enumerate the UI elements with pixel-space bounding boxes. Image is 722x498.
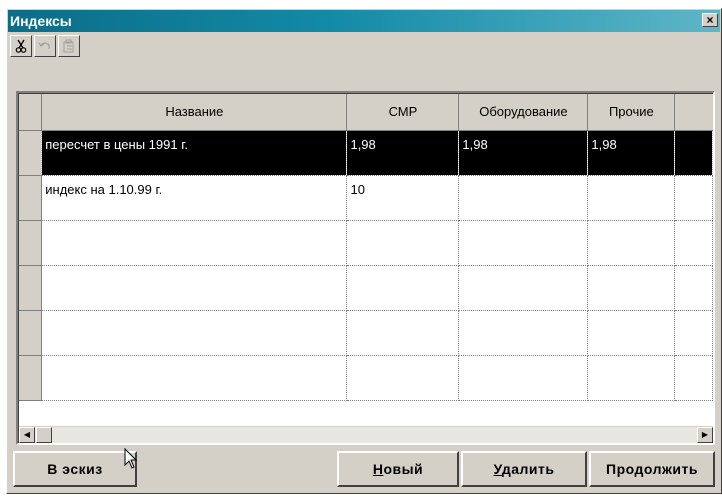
row-indicator-header [19,94,43,131]
to-sketch-label: В эскиз [47,461,103,477]
paste-icon [63,39,74,53]
cell-name[interactable] [41,220,348,266]
row-indicator[interactable] [19,265,43,311]
column-header-equipment[interactable]: Оборудование [458,94,589,131]
cell-equipment[interactable] [458,310,589,356]
cell-other[interactable] [587,265,676,311]
close-icon: × [706,13,714,27]
cell-other[interactable] [587,310,676,356]
cell-extra[interactable] [674,355,713,401]
scroll-left-button[interactable]: ◀ [19,427,35,443]
scroll-right-button[interactable]: ▶ [697,427,713,443]
horizontal-scrollbar[interactable]: ◀ ▶ [19,426,713,443]
arrow-left-icon: ◀ [23,430,31,439]
table-row[interactable] [19,265,713,311]
cell-smr[interactable] [346,265,460,311]
table-row[interactable]: индекс на 1.10.99 г. 10 [19,175,713,221]
table-row[interactable] [19,355,713,401]
cut-button[interactable] [10,35,32,57]
cell-smr[interactable]: 10 [346,175,460,221]
new-label-mnemonic: Н [372,461,384,477]
table-row[interactable] [19,220,713,266]
mouse-cursor-icon [124,448,138,469]
cell-extra[interactable] [674,310,713,356]
to-sketch-button[interactable]: В эскиз [13,451,137,487]
indexes-table: Название СМР Оборудование Прочие пересче… [19,94,713,401]
scroll-thumb[interactable] [36,427,52,443]
row-indicator[interactable] [19,220,43,266]
undo-button[interactable] [34,35,56,57]
arrow-right-icon: ▶ [701,430,709,439]
cell-extra[interactable] [674,220,713,266]
cell-other[interactable] [587,355,676,401]
new-label-rest: овый [383,461,424,477]
column-header-smr[interactable]: СМР [346,94,460,131]
toolbar [10,35,80,59]
cell-extra[interactable] [674,265,713,311]
row-indicator[interactable] [19,130,43,176]
cell-name[interactable] [41,355,348,401]
cell-equipment[interactable]: 1,98 [458,130,589,176]
column-header-extra [674,94,713,131]
close-button[interactable]: × [702,13,718,27]
cell-smr[interactable] [346,310,460,356]
continue-button[interactable]: Продолжить [589,451,715,487]
cell-extra[interactable] [674,130,713,176]
new-label: Новый [373,461,423,477]
cell-other[interactable] [587,220,676,266]
column-header-name[interactable]: Название [41,94,348,131]
cell-name[interactable]: индекс на 1.10.99 г. [41,175,348,221]
table-row[interactable] [19,310,713,356]
delete-button[interactable]: Удалить [461,451,587,487]
cell-extra[interactable] [674,175,713,221]
cell-equipment[interactable] [458,175,589,221]
window-title: Индексы [10,13,72,29]
cell-other[interactable] [587,175,676,221]
cell-equipment[interactable] [458,265,589,311]
delete-label-mnemonic: У [493,461,502,477]
indexes-window: Индексы × Название СМР Оборудование Проч… [6,8,722,494]
new-button[interactable]: Новый [337,451,459,487]
continue-label: Продолжить [606,461,698,477]
scissors-icon [15,39,27,53]
cell-smr[interactable] [346,355,460,401]
table-row[interactable]: пересчет в цены 1991 г. 1,98 1,98 1,98 [19,130,713,176]
cell-smr[interactable]: 1,98 [346,130,460,176]
cell-equipment[interactable] [458,220,589,266]
row-indicator[interactable] [19,175,43,221]
column-header-other[interactable]: Прочие [587,94,676,131]
row-indicator[interactable] [19,355,43,401]
cell-name[interactable]: пересчет в цены 1991 г. [41,130,348,176]
delete-label: Удалить [494,461,555,477]
cell-smr[interactable] [346,220,460,266]
cell-name[interactable] [41,265,348,311]
cell-name[interactable] [41,310,348,356]
undo-icon [38,42,50,49]
title-bar: Индексы × [8,10,720,32]
row-indicator[interactable] [19,310,43,356]
cell-other[interactable]: 1,98 [587,130,676,176]
cell-equipment[interactable] [458,355,589,401]
delete-label-rest: далить [501,461,555,477]
paste-button[interactable] [58,35,80,57]
indexes-grid[interactable]: Название СМР Оборудование Прочие пересче… [16,91,715,445]
